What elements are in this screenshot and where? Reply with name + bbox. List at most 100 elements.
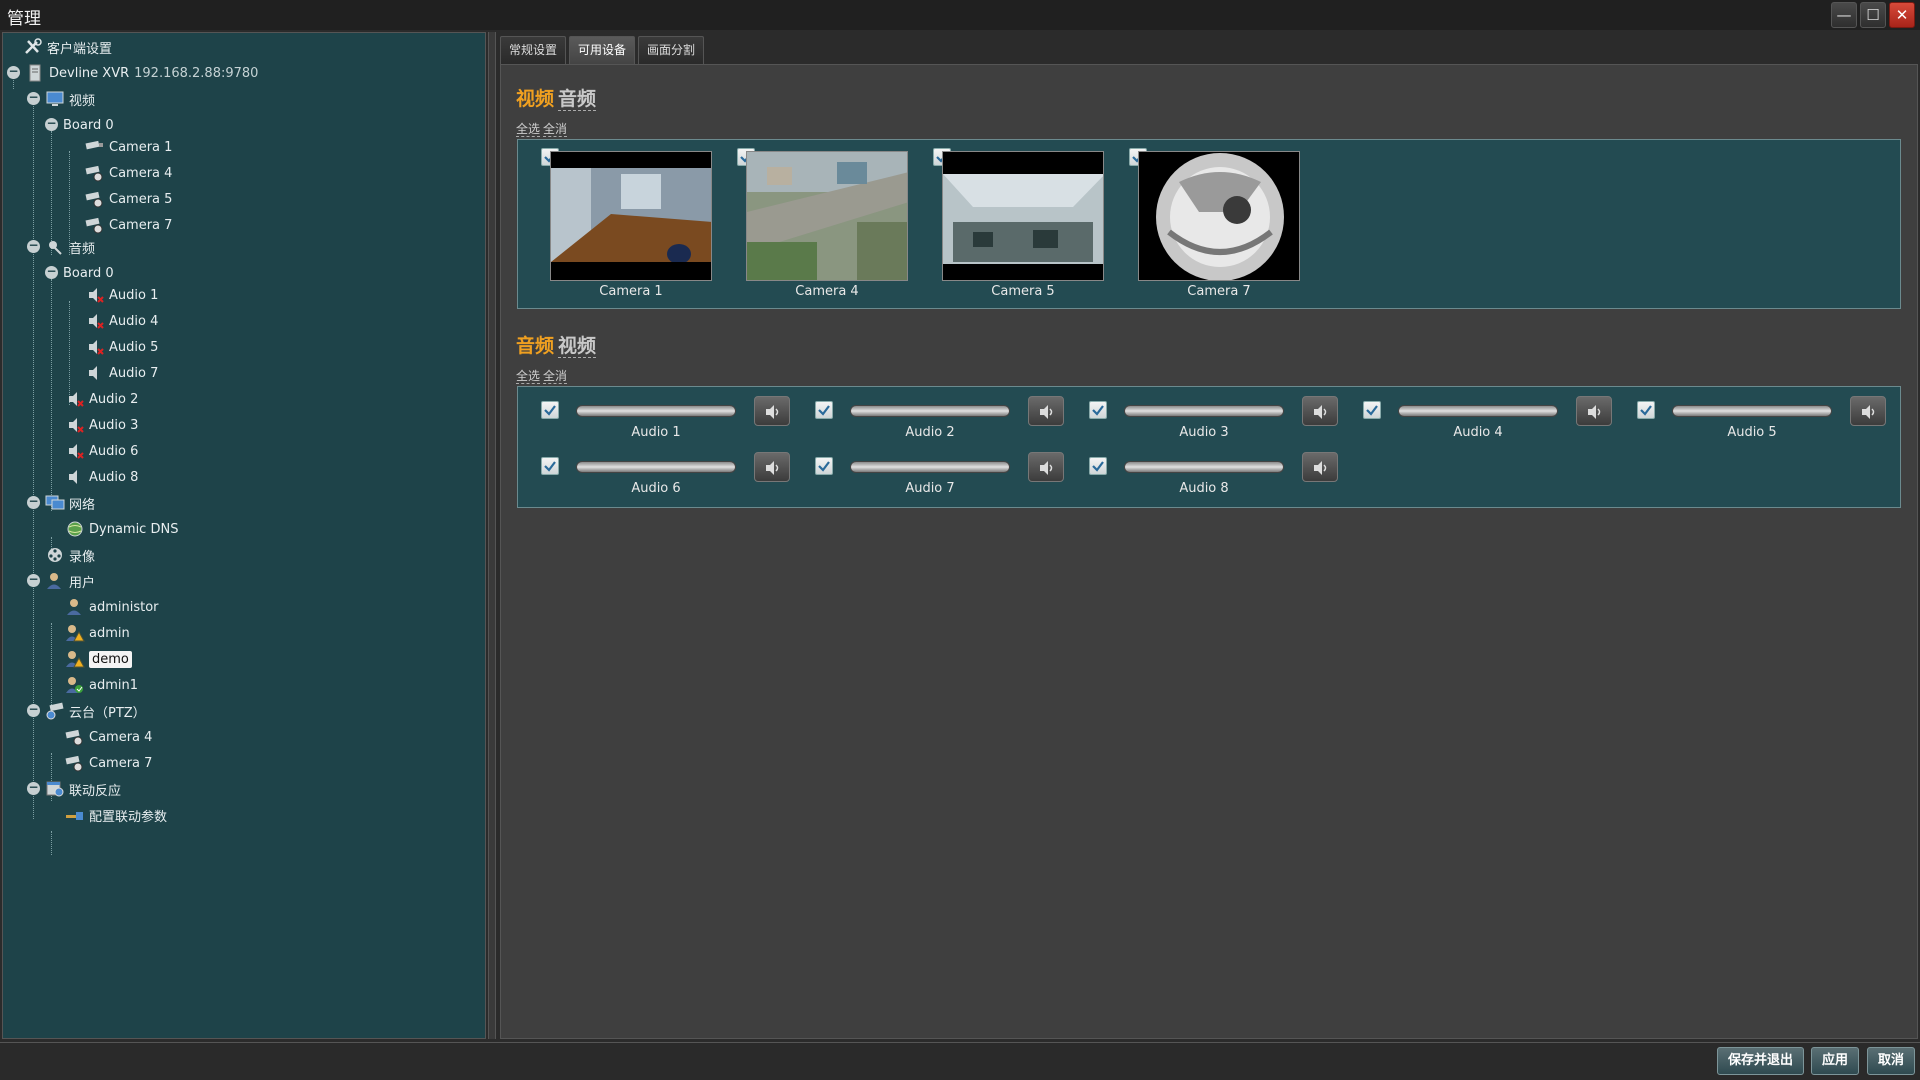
audio-3-checkbox[interactable]	[1089, 401, 1107, 419]
audio-1-checkbox[interactable]	[541, 401, 559, 419]
audio-6-volume-slider[interactable]	[576, 461, 736, 473]
tree-item-linkage-config[interactable]: 配置联动参数	[65, 803, 167, 827]
audio-4-volume-slider[interactable]	[1398, 405, 1558, 417]
tree-item-camera[interactable]: Camera 1	[85, 135, 172, 159]
camera-4-thumbnail[interactable]	[746, 151, 908, 281]
tree-item-user-selected[interactable]: demo	[65, 647, 132, 671]
audio-2-checkbox[interactable]	[815, 401, 833, 419]
tree-item-camera[interactable]: Camera 4	[85, 161, 172, 185]
close-button[interactable]: ✕	[1889, 2, 1915, 28]
tab-available-devices[interactable]: 可用设备	[569, 36, 636, 64]
speaker-muted-icon	[65, 390, 85, 408]
tree-item-user[interactable]: admin	[65, 621, 130, 645]
user-icon	[65, 598, 85, 616]
audio-3-volume-slider[interactable]	[1124, 405, 1284, 417]
ptz-camera-icon	[85, 190, 105, 208]
tree-item-audio-channel[interactable]: Audio 1	[85, 283, 158, 307]
audio-6-speaker-button[interactable]	[754, 452, 790, 482]
audio-8-volume-slider[interactable]	[1124, 461, 1284, 473]
tree-label: Audio 7	[109, 365, 159, 381]
video-deselect-all-link[interactable]: 全消	[543, 122, 568, 137]
tree-item-client-settings[interactable]: 客户端设置	[23, 35, 112, 59]
audio-7-checkbox[interactable]	[815, 457, 833, 475]
audio-deselect-all-link[interactable]: 全消	[543, 369, 568, 384]
minimize-button[interactable]: —	[1831, 2, 1857, 28]
tree-label: admin	[89, 625, 130, 641]
collapse-toggle[interactable]: −	[27, 239, 40, 253]
tree-item-audio-channel[interactable]: Audio 6	[65, 439, 138, 463]
audio-5-volume-slider[interactable]	[1672, 405, 1832, 417]
tree-item-user[interactable]: administor	[65, 595, 159, 619]
tree-item-audio-channel[interactable]: Audio 5	[85, 335, 158, 359]
apply-button[interactable]: 应用	[1811, 1047, 1860, 1075]
audio-4-checkbox[interactable]	[1363, 401, 1381, 419]
tree-label: Audio 6	[89, 443, 139, 459]
tree-item-audio-channel[interactable]: Audio 2	[65, 387, 138, 411]
audio-2-speaker-button[interactable]	[1028, 396, 1064, 426]
tree-label: Board 0	[63, 265, 114, 281]
audio-8-speaker-button[interactable]	[1302, 452, 1338, 482]
tree-item-ptz[interactable]: 云台（PTZ）	[45, 699, 146, 723]
camera-1-thumbnail[interactable]	[550, 151, 712, 281]
audio-3-speaker-button[interactable]	[1302, 396, 1338, 426]
tree-item-users[interactable]: 用户	[45, 569, 95, 593]
audio-1-speaker-button[interactable]	[754, 396, 790, 426]
collapse-toggle[interactable]: −	[45, 265, 58, 279]
audio-6-checkbox[interactable]	[541, 457, 559, 475]
video-heading-link[interactable]: 视频	[558, 335, 597, 358]
tree-item-server[interactable]: Devline XVR 192.168.2.88:9780	[25, 61, 258, 85]
audio-2-volume-slider[interactable]	[850, 405, 1010, 417]
video-select-all-link[interactable]: 全选	[516, 122, 541, 137]
audio-5-speaker-button[interactable]	[1850, 396, 1886, 426]
tab-general-settings[interactable]: 常规设置	[500, 36, 567, 64]
collapse-toggle[interactable]: −	[27, 703, 40, 717]
audio-7-volume-slider[interactable]	[850, 461, 1010, 473]
camera-5-label: Camera 5	[991, 284, 1055, 299]
tree-item-recording[interactable]: 录像	[45, 543, 95, 567]
speaker-icon	[1862, 405, 1875, 419]
tree-item-ptz-camera[interactable]: Camera 7	[65, 751, 152, 775]
tree-item-audio[interactable]: 音频	[45, 235, 95, 259]
tree-item-camera[interactable]: Camera 7	[85, 213, 172, 237]
tab-screen-split[interactable]: 画面分割	[638, 36, 705, 64]
film-reel-icon	[45, 546, 65, 564]
audio-7-speaker-button[interactable]	[1028, 452, 1064, 482]
tree-label: Camera 4	[89, 729, 153, 745]
tree-item-dynamic-dns[interactable]: Dynamic DNS	[65, 517, 178, 541]
maximize-button[interactable]: ☐	[1860, 2, 1886, 28]
tree-item-audio-channel[interactable]: Audio 3	[65, 413, 138, 437]
audio-select-all-link[interactable]: 全选	[516, 369, 541, 384]
tree-item-audio-channel[interactable]: Audio 4	[85, 309, 158, 333]
camera-7-thumbnail[interactable]	[1138, 151, 1300, 281]
tree-item-ptz-camera[interactable]: Camera 4	[65, 725, 152, 749]
audio-1-volume-slider[interactable]	[576, 405, 736, 417]
collapse-toggle[interactable]: −	[7, 65, 20, 79]
audio-heading-link[interactable]: 音频	[558, 88, 597, 111]
tree-item-audio-board[interactable]: Board 0	[63, 261, 114, 285]
tab-bar: 常规设置 可用设备 画面分割	[500, 36, 707, 64]
tree-item-video[interactable]: 视频	[45, 87, 95, 111]
audio-8-checkbox[interactable]	[1089, 457, 1107, 475]
collapse-toggle[interactable]: −	[27, 495, 40, 509]
camera-5-thumbnail[interactable]	[942, 151, 1104, 281]
collapse-toggle[interactable]: −	[27, 573, 40, 587]
collapse-toggle[interactable]: −	[45, 117, 58, 131]
settings-tree: 客户端设置 − Devline XVR 192.168.2.88:9780 − …	[2, 32, 486, 1039]
tree-item-linkage[interactable]: 联动反应	[45, 777, 121, 801]
tree-item-user[interactable]: admin1	[65, 673, 138, 697]
tree-item-camera[interactable]: Camera 5	[85, 187, 172, 211]
tree-item-video-board[interactable]: Board 0	[63, 113, 114, 137]
tree-item-audio-channel[interactable]: Audio 7	[85, 361, 158, 385]
cancel-button[interactable]: 取消	[1867, 1047, 1916, 1075]
audio-5-checkbox[interactable]	[1637, 401, 1655, 419]
speaker-icon	[766, 405, 779, 419]
tree-label: Board 0	[63, 117, 114, 133]
tree-item-network[interactable]: 网络	[45, 491, 95, 515]
panel-splitter[interactable]	[488, 32, 496, 1039]
save-and-exit-button[interactable]: 保存并退出	[1717, 1047, 1805, 1075]
audio-7-label: Audio 7	[905, 481, 955, 496]
audio-4-speaker-button[interactable]	[1576, 396, 1612, 426]
collapse-toggle[interactable]: −	[27, 91, 40, 105]
tree-item-audio-channel[interactable]: Audio 8	[65, 465, 138, 489]
collapse-toggle[interactable]: −	[27, 781, 40, 795]
